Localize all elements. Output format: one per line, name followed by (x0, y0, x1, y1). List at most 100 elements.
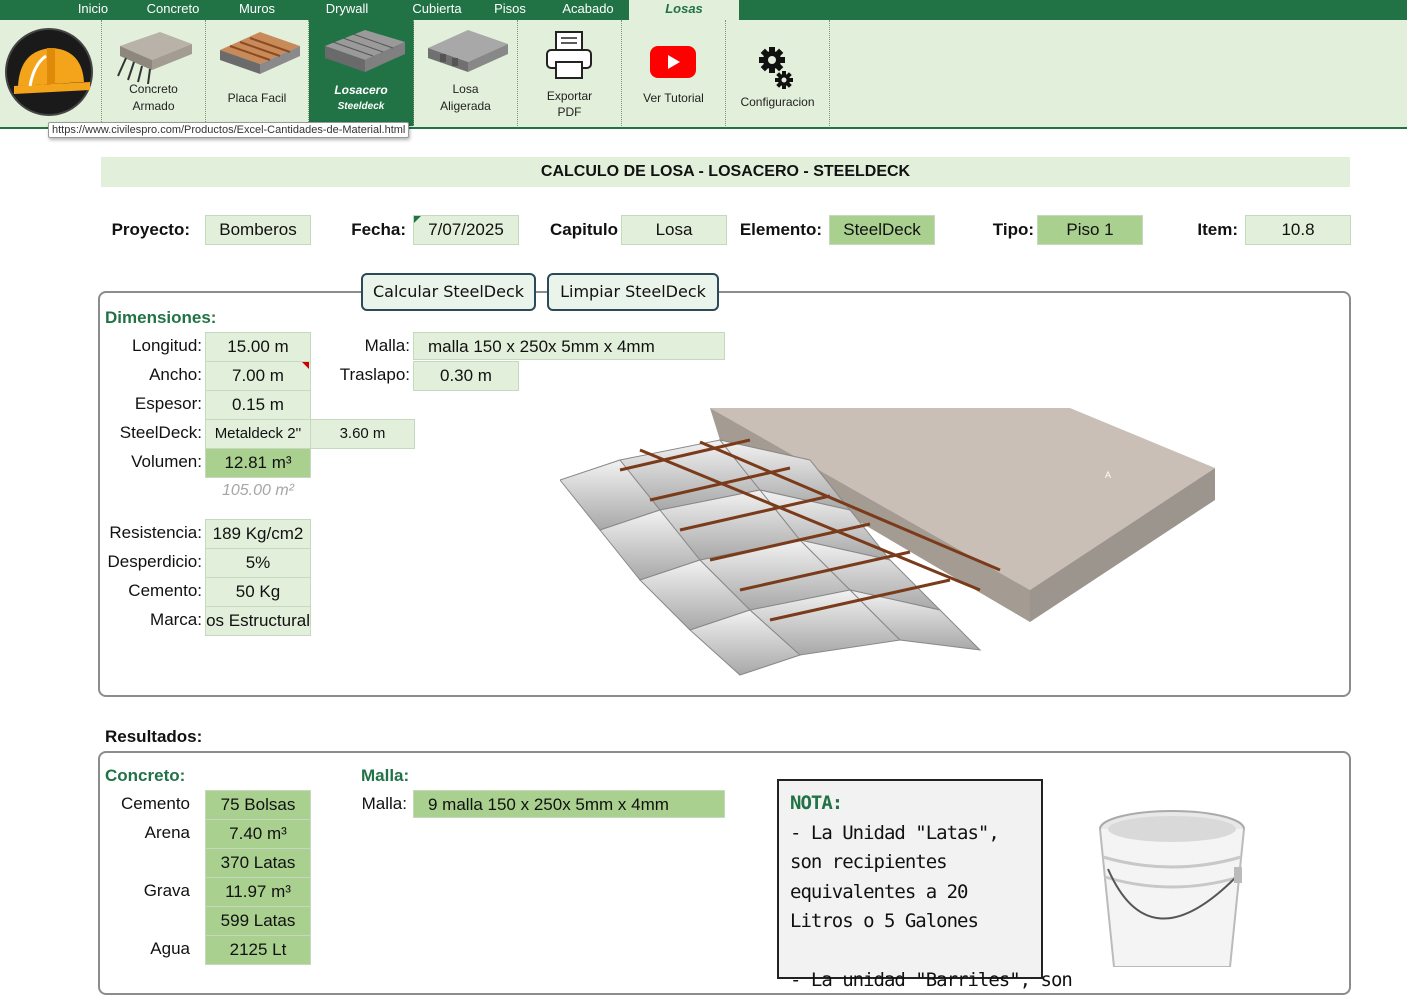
marca-value: Argos Estructural (205, 611, 310, 630)
tab-concreto[interactable]: Concreto (140, 0, 206, 20)
res-arena-value: 7.40 m³ (205, 819, 311, 849)
ribbon-label-losa: Losa (414, 81, 517, 97)
res-grava-latas: 599 Latas (205, 906, 311, 936)
losa-aligerada-icon (422, 24, 510, 80)
ribbon-label-placa-facil: Placa Facil (206, 90, 308, 106)
youtube-icon (650, 46, 696, 78)
res-cemento-value: 75 Bolsas (205, 790, 311, 820)
steeldeck-value: 3.60 m (310, 419, 415, 449)
longitud-label: Longitud: (100, 332, 202, 360)
fecha-field[interactable]: 7/07/2025 (413, 215, 519, 245)
ribbon-label-exportar: Exportar (518, 88, 621, 104)
ribbon-label-armado: Armado (102, 98, 205, 114)
tab-muros[interactable]: Muros (235, 0, 279, 20)
res-malla-label: Malla: (335, 790, 407, 818)
ribbon-label-ver-tutorial: Ver Tutorial (622, 90, 725, 106)
res-arena-latas: 370 Latas (205, 848, 311, 878)
longitud-field[interactable]: 15.00 m (205, 332, 311, 362)
dimensiones-title: Dimensiones: (105, 308, 216, 328)
tab-drywall[interactable]: Drywall (318, 0, 376, 20)
traslapo-field[interactable]: 0.30 m (413, 361, 519, 391)
helmet-logo-icon (0, 20, 101, 126)
capitulo-label: Capitulo (540, 215, 618, 245)
ribbon-label-aligerada: Aligerada (414, 98, 517, 114)
steeldeck-label: SteelDeck: (100, 419, 202, 447)
capitulo-field[interactable]: Losa (621, 215, 727, 245)
res-cemento-label: Cemento (100, 790, 190, 818)
ribbon-concreto-armado-button[interactable]: Concreto Armado (102, 20, 206, 126)
tipo-field[interactable]: Piso 1 (1037, 215, 1143, 245)
ribbon: Concreto Armado Placa Facil Losacero Ste… (0, 20, 1407, 129)
calcular-steeldeck-button[interactable]: Calcular SteelDeck (361, 273, 536, 311)
malla-field[interactable]: malla 150 x 250x 5mm x 4mm (413, 332, 725, 360)
steeldeck-field[interactable]: Metaldeck 2'' (205, 419, 311, 449)
desperdicio-field[interactable]: 5% (205, 548, 311, 578)
malla-result-title: Malla: (361, 766, 409, 786)
elemento-label: Elemento: (732, 215, 822, 245)
res-grava-value: 11.97 m³ (205, 877, 311, 907)
printer-icon (544, 30, 596, 80)
ribbon-label-concreto: Concreto (102, 81, 205, 97)
res-agua-value: 2125 Lt (205, 935, 311, 965)
res-malla-value: 9 malla 150 x 250x 5mm x 4mm (413, 790, 725, 818)
volumen-label: Volumen: (100, 448, 202, 476)
concrete-slab-icon (110, 24, 198, 84)
item-label: Item: (1180, 215, 1238, 245)
resistencia-label: Resistencia: (100, 519, 202, 547)
area-value: 105.00 m² (205, 477, 311, 505)
ribbon-exportar-pdf-button[interactable]: Exportar PDF (518, 20, 622, 126)
resultados-title: Resultados: (105, 727, 202, 747)
resistencia-field[interactable]: 189 Kg/cm2 (205, 519, 311, 549)
res-agua-label: Agua (100, 935, 190, 963)
nota-box: NOTA: - La Unidad "Latas", son recipient… (777, 779, 1043, 979)
steeldeck-slab-illustration: A (560, 400, 1220, 680)
tab-inicio[interactable]: Inicio (72, 0, 114, 20)
ribbon-configuracion-button[interactable]: Configuracion (726, 20, 830, 126)
ribbon-label-configuracion: Configuracion (726, 94, 829, 110)
res-grava-label: Grava (100, 877, 190, 905)
item-field[interactable]: 10.8 (1245, 215, 1351, 245)
tab-acabado[interactable]: Acabado (557, 0, 619, 20)
espesor-field[interactable]: 0.15 m (205, 390, 311, 420)
volumen-value: 12.81 m³ (205, 448, 311, 478)
gears-icon (756, 46, 796, 94)
steeldeck-icon (317, 24, 405, 80)
url-tooltip[interactable]: https://www.civilespro.com/Productos/Exc… (48, 122, 409, 138)
nota-title: NOTA: (790, 789, 1030, 819)
fecha-label: Fecha: (336, 215, 406, 245)
placa-facil-icon (214, 26, 302, 82)
tab-cubierta[interactable]: Cubierta (408, 0, 466, 20)
proyecto-label: Proyecto: (110, 215, 190, 245)
traslapo-label: Traslapo: (335, 361, 410, 389)
bucket-image (1090, 805, 1260, 967)
tipo-label: Tipo: (980, 215, 1034, 245)
marca-field[interactable]: Argos Estructural (205, 606, 311, 636)
ribbon-losa-aligerada-button[interactable]: Losa Aligerada (414, 20, 518, 126)
ribbon-losacero-button[interactable]: Losacero Steeldeck (309, 20, 414, 126)
page-title: CALCULO DE LOSA - LOSACERO - STEELDECK (101, 157, 1350, 187)
malla-label: Malla: (335, 332, 410, 360)
logo-area (0, 20, 102, 126)
nota-paragraph-2: - La unidad "Barriles", son (790, 966, 1030, 995)
proyecto-field[interactable]: Bomberos (205, 215, 311, 245)
limpiar-steeldeck-button[interactable]: Limpiar SteelDeck (547, 273, 719, 311)
ribbon-ver-tutorial-button[interactable]: Ver Tutorial (622, 20, 726, 126)
ribbon-label-steeldeck: Steeldeck (309, 99, 413, 115)
desperdicio-label: Desperdicio: (100, 548, 202, 576)
elemento-field[interactable]: SteelDeck (829, 215, 935, 245)
ribbon-label-losacero: Losacero (309, 82, 413, 98)
cemento-field[interactable]: 50 Kg (205, 577, 311, 607)
tab-losas[interactable]: Losas (629, 0, 739, 20)
concreto-title: Concreto: (105, 766, 185, 786)
cemento-label: Cemento: (100, 577, 202, 605)
ancho-field[interactable]: 7.00 m (205, 361, 311, 391)
ancho-label: Ancho: (100, 361, 202, 389)
comment-indicator (414, 216, 421, 223)
espesor-label: Espesor: (100, 390, 202, 418)
nota-paragraph-1: - La Unidad "Latas", son recipientes equ… (790, 819, 1030, 937)
ribbon-placa-facil-button[interactable]: Placa Facil (206, 20, 309, 126)
top-tab-bar: Inicio Concreto Muros Drywall Cubierta P… (0, 0, 1407, 20)
ribbon-label-pdf: PDF (518, 104, 621, 120)
tab-pisos[interactable]: Pisos (489, 0, 531, 20)
res-arena-label: Arena (100, 819, 190, 847)
